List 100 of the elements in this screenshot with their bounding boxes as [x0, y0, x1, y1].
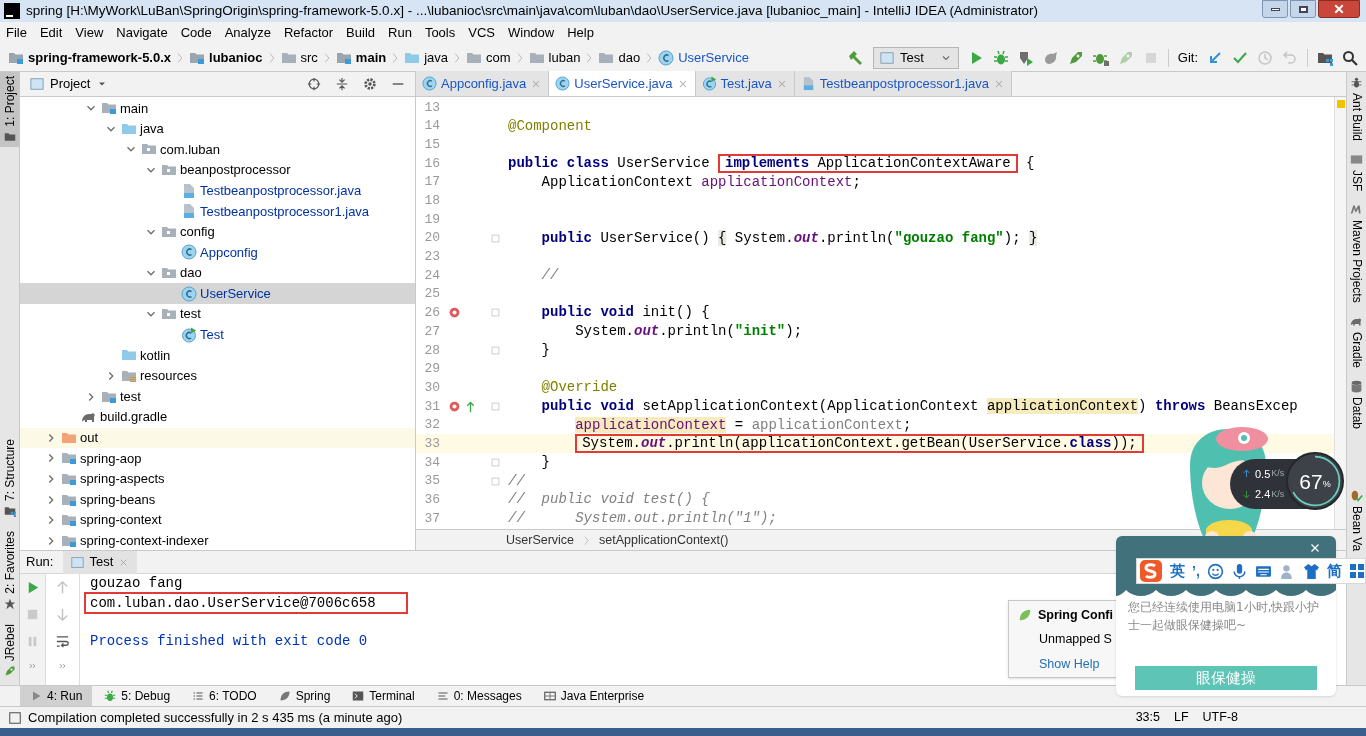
editor-tab[interactable]: Appconfig.java	[416, 71, 550, 96]
panel-view-dropdown[interactable]: Project	[30, 74, 109, 94]
editor-tab[interactable]: UserService.java	[549, 71, 696, 96]
tool-window-tab[interactable]: 7: Structure	[0, 434, 19, 521]
fold-marker-icon[interactable]	[490, 475, 501, 487]
fold-marker-icon[interactable]	[490, 307, 501, 319]
rocket-icon[interactable]	[1067, 49, 1084, 66]
menu-item[interactable]: Run	[388, 23, 412, 43]
tree-item[interactable]: Test	[20, 324, 415, 346]
tree-item[interactable]: out	[20, 427, 415, 449]
editor-tab[interactable]: Test.java	[695, 71, 795, 96]
tree-item[interactable]: Testbeanpostprocessor1.java	[20, 200, 415, 222]
menu-item[interactable]: Analyze	[224, 23, 271, 43]
tree-item[interactable]: spring-aspects	[20, 468, 415, 490]
line-separator[interactable]: LF	[1174, 708, 1189, 727]
menu-item[interactable]: VCS	[468, 23, 495, 43]
tool-window-tab[interactable]: 5: Debug	[94, 686, 181, 706]
tool-window-tab[interactable]: Ant Build	[1347, 76, 1366, 142]
show-help-link[interactable]: Show Help	[1009, 648, 1100, 674]
breadcrumb-item[interactable]: java	[424, 47, 449, 68]
ime-logo-icon[interactable]	[1139, 559, 1163, 583]
menu-item[interactable]: File	[6, 23, 27, 43]
fold-marker-icon[interactable]	[490, 232, 501, 244]
menu-item[interactable]: Edit	[39, 23, 63, 43]
menu-item[interactable]: View	[75, 23, 104, 43]
minimize-button[interactable]	[1262, 0, 1288, 18]
tree-item[interactable]: test	[20, 386, 415, 407]
menu-item[interactable]: Help	[567, 23, 594, 43]
tree-item[interactable]: beanpostprocessor	[20, 159, 415, 181]
fold-marker-icon[interactable]	[490, 344, 501, 356]
file-encoding[interactable]: UTF-8	[1202, 708, 1238, 727]
tree-item[interactable]: main	[20, 98, 415, 119]
wrap-lines-icon[interactable]	[55, 634, 70, 649]
tool-window-tab[interactable]: 0: Messages	[426, 686, 532, 706]
menu-item[interactable]: Navigate	[116, 23, 168, 43]
run-config-dropdown[interactable]: Test	[872, 46, 959, 69]
run-tab[interactable]: Test	[63, 550, 138, 574]
tool-window-tab[interactable]: Maven Projects	[1347, 203, 1366, 304]
tree-item[interactable]: spring-beans	[20, 489, 415, 510]
tree-item[interactable]: spring-context	[20, 509, 415, 531]
tree-item[interactable]: dao	[20, 262, 415, 284]
ime-mode-toggle[interactable]: 英	[1170, 559, 1185, 583]
fold-marker-icon[interactable]	[490, 400, 501, 412]
tool-window-tab[interactable]: 6: TODO	[182, 686, 267, 706]
menu-item[interactable]: Code	[180, 23, 212, 43]
breadcrumb-item[interactable]: com	[486, 47, 511, 68]
tree-item[interactable]: spring-aop	[20, 448, 415, 469]
close-button[interactable]	[1318, 0, 1360, 18]
cursor-position[interactable]: 33:5	[1135, 708, 1160, 727]
tree-item[interactable]: UserService	[20, 283, 415, 304]
tree-item[interactable]: test	[20, 303, 415, 325]
settings-icon[interactable]	[363, 77, 377, 91]
tool-window-tab[interactable]: Bean Va	[1347, 488, 1366, 551]
restore-button[interactable]	[1290, 0, 1316, 18]
tool-window-tab[interactable]: 4: Run	[20, 686, 93, 706]
override-arrow-icon[interactable]	[464, 399, 477, 413]
fold-marker-icon[interactable]	[490, 456, 501, 468]
tool-window-tab[interactable]: Spring	[268, 686, 341, 706]
tree-item[interactable]: Testbeanpostprocessor.java	[20, 180, 415, 201]
shirt-icon[interactable]	[1302, 562, 1320, 580]
breadcrumb-item[interactable]: UserService	[506, 530, 575, 550]
breadcrumb-item[interactable]: main	[355, 47, 387, 68]
method-marker-icon[interactable]	[448, 306, 461, 320]
menu-item[interactable]: Build	[346, 23, 375, 43]
tool-window-tab[interactable]: JRebel	[0, 619, 19, 681]
method-marker-icon[interactable]	[448, 399, 461, 413]
tree-item[interactable]: config	[20, 221, 415, 243]
hammer-icon[interactable]	[847, 49, 864, 66]
breadcrumb-item[interactable]: UserService	[678, 47, 749, 68]
editor-tab[interactable]: Testbeanpostprocessor1.java	[794, 71, 1012, 96]
arrow-down-left-icon[interactable]	[1207, 49, 1223, 66]
tree-item[interactable]: kotlin	[20, 345, 415, 366]
grid-icon[interactable]	[1348, 563, 1365, 579]
tree-item[interactable]: com.luban	[20, 139, 415, 160]
tree-item[interactable]: Appconfig	[20, 242, 415, 263]
menu-item[interactable]: Window	[507, 23, 555, 43]
breadcrumb-item[interactable]: dao	[618, 47, 641, 68]
double-chevron-icon[interactable]	[27, 661, 38, 671]
square-icon[interactable]	[8, 710, 22, 725]
smiley-icon[interactable]	[1206, 562, 1224, 580]
breadcrumb-item[interactable]: lubanioc	[209, 47, 263, 68]
tool-window-tab[interactable]: JSF	[1347, 153, 1366, 192]
breadcrumb-item[interactable]: luban	[548, 47, 581, 68]
tree-item[interactable]: java	[20, 118, 415, 140]
breadcrumb-item[interactable]: setApplicationContext()	[599, 530, 729, 550]
menu-item[interactable]: Tools	[424, 23, 456, 43]
collapse-icon[interactable]	[335, 77, 349, 91]
bug-icon[interactable]	[992, 49, 1009, 66]
tool-window-tab[interactable]: Gradle	[1347, 315, 1366, 369]
tool-window-tab[interactable]: 1: Project	[0, 72, 19, 147]
double-chevron-icon[interactable]	[57, 661, 68, 671]
target-icon[interactable]	[307, 77, 321, 91]
punctuation-toggle[interactable]: ’,	[1192, 560, 1200, 582]
tree-item[interactable]: build.gradle	[20, 406, 415, 428]
breadcrumb-item[interactable]: spring-framework-5.0.x	[28, 47, 172, 68]
tree-item[interactable]: spring-context-indexer	[20, 530, 415, 550]
breadcrumb-item[interactable]: src	[300, 47, 318, 68]
tool-window-tab[interactable]: 2: Favorites	[0, 526, 19, 614]
tree-item[interactable]: resources	[20, 365, 415, 387]
menu-item[interactable]: Refactor	[283, 23, 334, 43]
